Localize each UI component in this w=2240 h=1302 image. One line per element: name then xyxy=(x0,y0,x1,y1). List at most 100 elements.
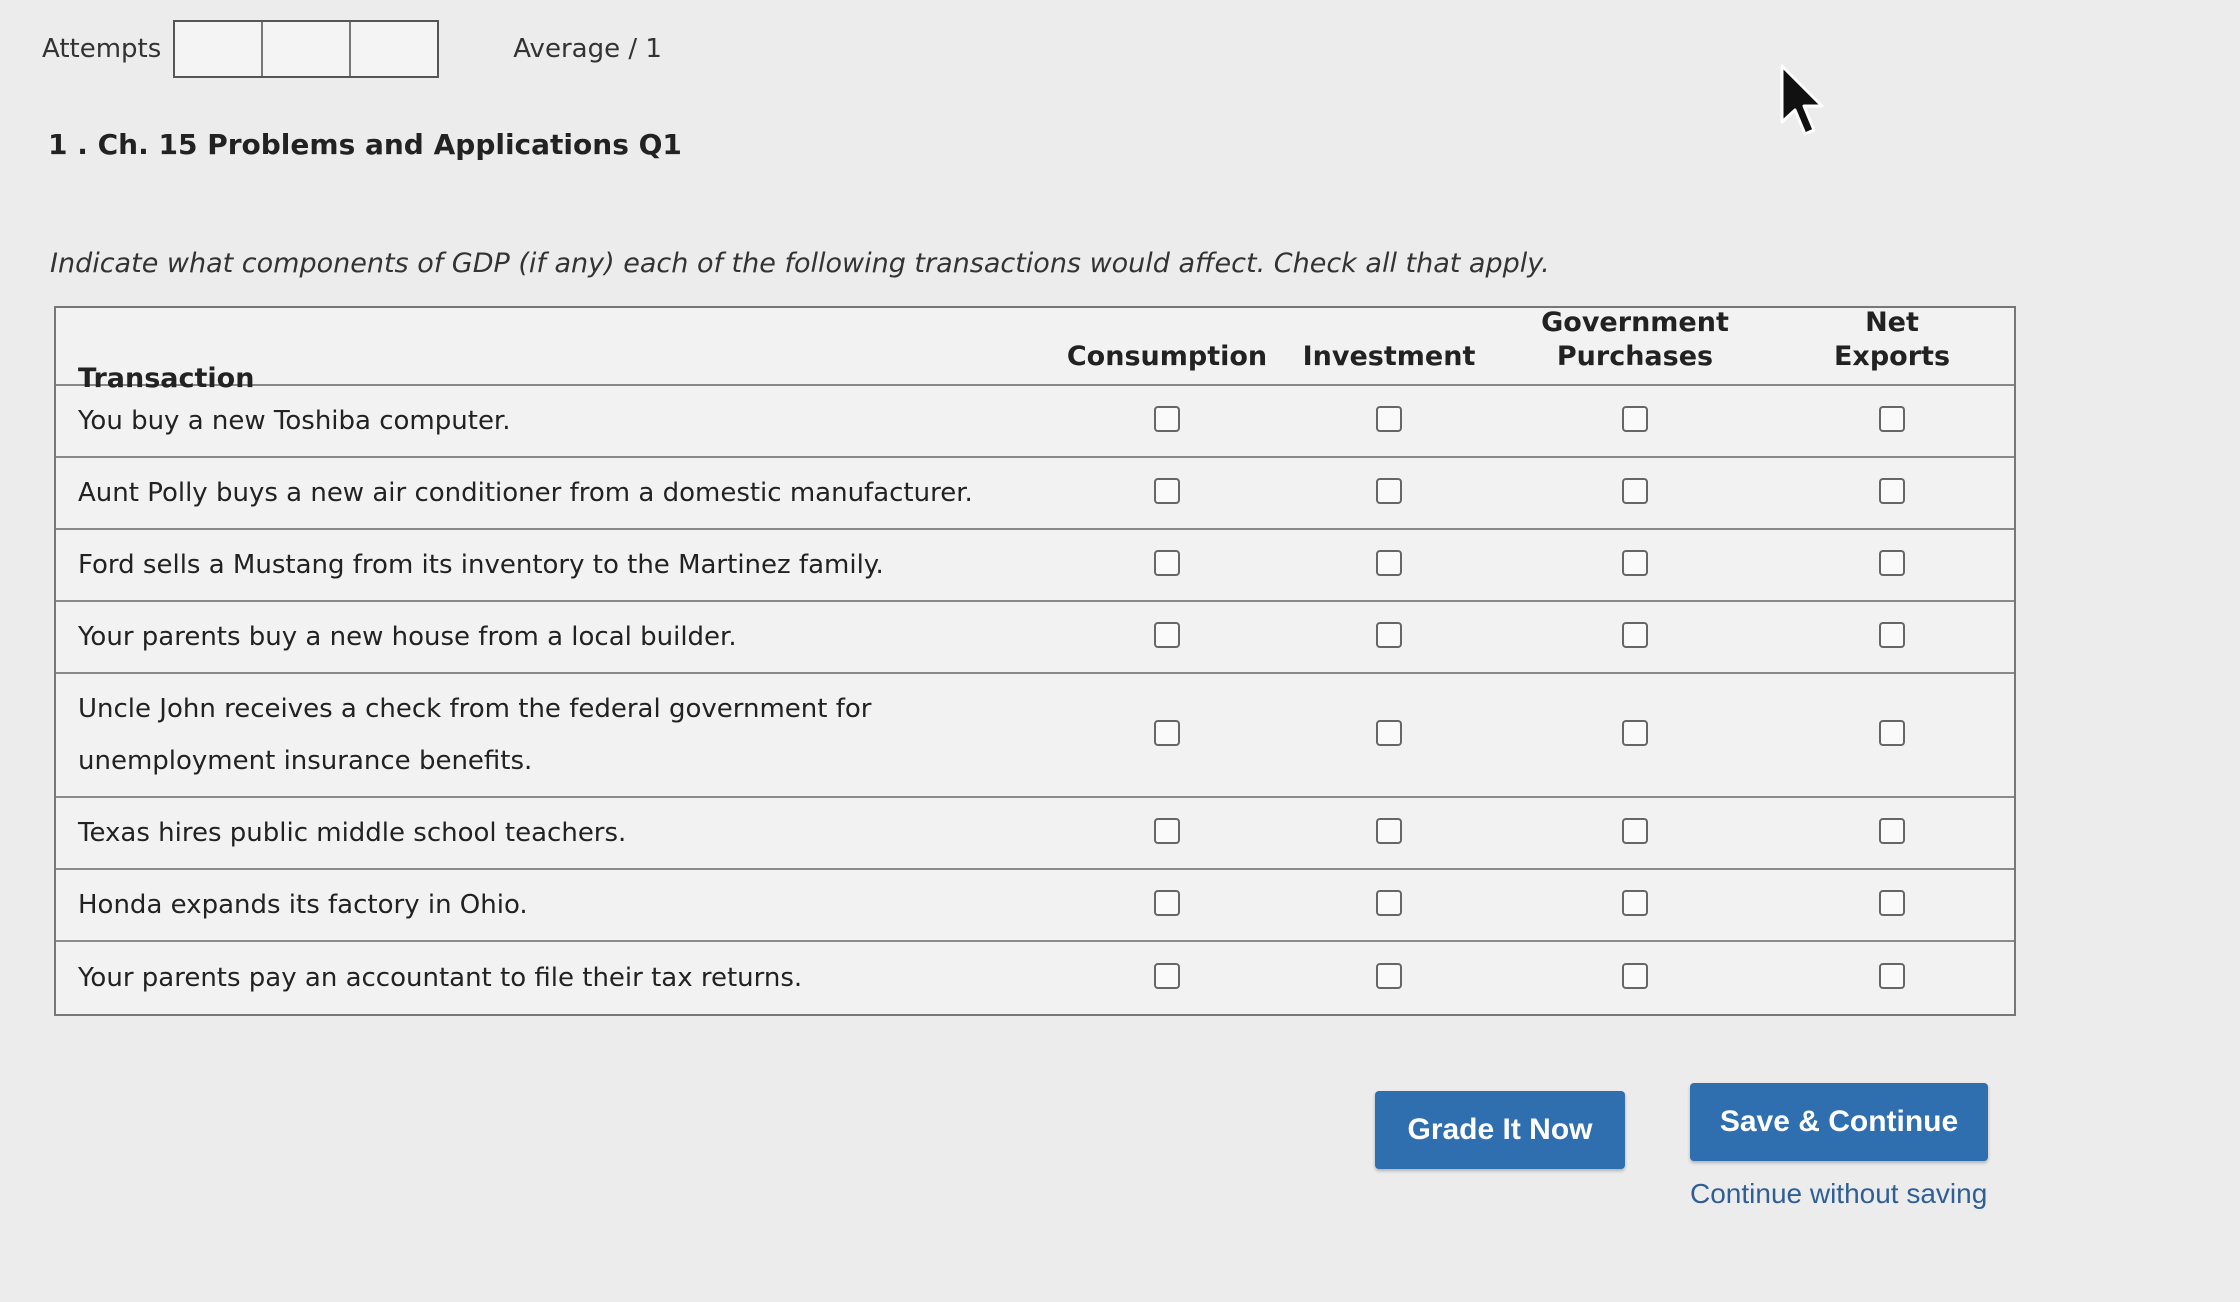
government-purchases-checkbox[interactable] xyxy=(1622,890,1648,916)
government-purchases-checkbox[interactable] xyxy=(1622,963,1648,989)
consumption-checkbox[interactable] xyxy=(1154,550,1180,576)
transaction-text: Your parents buy a new house from a loca… xyxy=(78,622,737,652)
government-purchases-checkbox[interactable] xyxy=(1622,478,1648,504)
investment-cell xyxy=(1278,890,1500,920)
table-row: You buy a new Toshiba computer. xyxy=(56,386,2014,458)
government-purchases-checkbox[interactable] xyxy=(1622,818,1648,844)
average-label: Average / 1 xyxy=(513,34,662,64)
transaction-text: Aunt Polly buys a new air conditioner fr… xyxy=(78,478,973,508)
government-purchases-cell xyxy=(1500,406,1770,436)
investment-cell xyxy=(1278,550,1500,580)
consumption-checkbox[interactable] xyxy=(1154,963,1180,989)
investment-checkbox[interactable] xyxy=(1376,550,1402,576)
net-exports-checkbox[interactable] xyxy=(1879,478,1905,504)
table-row: Your parents buy a new house from a loca… xyxy=(56,602,2014,674)
government-purchases-cell xyxy=(1500,478,1770,508)
transaction-cell: Ford sells a Mustang from its inventory … xyxy=(56,539,1056,591)
consumption-checkbox[interactable] xyxy=(1154,622,1180,648)
table-row: Honda expands its factory in Ohio. xyxy=(56,870,2014,942)
government-purchases-cell xyxy=(1500,720,1770,750)
net-exports-checkbox[interactable] xyxy=(1879,550,1905,576)
mouse-pointer-icon xyxy=(1780,64,1824,136)
table-row: Your parents pay an accountant to file t… xyxy=(56,942,2014,1014)
header-net-line1: Net xyxy=(1865,307,1919,338)
investment-checkbox[interactable] xyxy=(1376,890,1402,916)
header-government-line1: Government xyxy=(1541,307,1729,338)
transaction-text: Uncle John receives a check from the fed… xyxy=(78,694,872,724)
header-government-line2: Purchases xyxy=(1556,341,1714,372)
attempt-box xyxy=(175,22,264,76)
consumption-cell xyxy=(1056,622,1278,652)
header-consumption: Consumption xyxy=(1066,341,1268,372)
header-government-purchases: Government Purchases xyxy=(1500,306,1770,384)
table-header-row: Transaction Consumption Investment Gover… xyxy=(56,306,2014,394)
continue-without-saving-link[interactable]: Continue without saving xyxy=(1690,1178,1987,1210)
transaction-cell: You buy a new Toshiba computer. xyxy=(56,395,1056,447)
consumption-checkbox[interactable] xyxy=(1154,478,1180,504)
net-exports-cell xyxy=(1770,890,2014,920)
question-instructions: Indicate what components of GDP (if any)… xyxy=(50,248,1550,279)
transaction-cell: Your parents buy a new house from a loca… xyxy=(56,611,1056,663)
net-exports-cell xyxy=(1770,550,2014,580)
table-row: Uncle John receives a check from the fed… xyxy=(56,674,2014,798)
attempts-label: Attempts xyxy=(42,34,162,64)
consumption-cell xyxy=(1056,478,1278,508)
consumption-checkbox[interactable] xyxy=(1154,890,1180,916)
government-purchases-cell xyxy=(1500,818,1770,848)
gdp-components-table: Transaction Consumption Investment Gover… xyxy=(54,306,2016,1016)
attempt-boxes xyxy=(173,20,440,78)
net-exports-cell xyxy=(1770,720,2014,750)
investment-cell xyxy=(1278,622,1500,652)
net-exports-checkbox[interactable] xyxy=(1879,890,1905,916)
government-purchases-checkbox[interactable] xyxy=(1622,406,1648,432)
net-exports-checkbox[interactable] xyxy=(1879,963,1905,989)
government-purchases-checkbox[interactable] xyxy=(1622,622,1648,648)
net-exports-checkbox[interactable] xyxy=(1879,622,1905,648)
government-purchases-cell xyxy=(1500,622,1770,652)
government-purchases-checkbox[interactable] xyxy=(1622,720,1648,746)
transaction-cell: Texas hires public middle school teacher… xyxy=(56,807,1056,859)
consumption-cell xyxy=(1056,406,1278,436)
header-net-exports: Net Exports xyxy=(1770,306,2014,384)
table-body: You buy a new Toshiba computer. Aunt Poll… xyxy=(56,386,2014,1014)
net-exports-cell xyxy=(1770,622,2014,652)
investment-checkbox[interactable] xyxy=(1376,622,1402,648)
investment-checkbox[interactable] xyxy=(1376,963,1402,989)
net-exports-checkbox[interactable] xyxy=(1879,406,1905,432)
investment-checkbox[interactable] xyxy=(1376,720,1402,746)
consumption-cell xyxy=(1056,720,1278,750)
consumption-checkbox[interactable] xyxy=(1154,720,1180,746)
table-row: Ford sells a Mustang from its inventory … xyxy=(56,530,2014,602)
save-and-continue-button[interactable]: Save & Continue xyxy=(1690,1083,1988,1161)
transaction-text: You buy a new Toshiba computer. xyxy=(78,406,511,436)
investment-checkbox[interactable] xyxy=(1376,478,1402,504)
government-purchases-cell xyxy=(1500,963,1770,993)
investment-cell xyxy=(1278,406,1500,436)
net-exports-cell xyxy=(1770,963,2014,993)
transaction-cell: Aunt Polly buys a new air conditioner fr… xyxy=(56,467,1056,519)
header-transaction: Transaction xyxy=(78,363,255,394)
consumption-cell xyxy=(1056,550,1278,580)
government-purchases-checkbox[interactable] xyxy=(1622,550,1648,576)
government-purchases-cell xyxy=(1500,550,1770,580)
consumption-checkbox[interactable] xyxy=(1154,406,1180,432)
net-exports-checkbox[interactable] xyxy=(1879,720,1905,746)
consumption-cell xyxy=(1056,890,1278,920)
transaction-text: Texas hires public middle school teacher… xyxy=(78,818,627,848)
net-exports-cell xyxy=(1770,818,2014,848)
net-exports-checkbox[interactable] xyxy=(1879,818,1905,844)
header-investment: Investment xyxy=(1302,341,1476,372)
consumption-checkbox[interactable] xyxy=(1154,818,1180,844)
investment-cell xyxy=(1278,818,1500,848)
attempt-box xyxy=(351,22,438,76)
transaction-text: Your parents pay an accountant to file t… xyxy=(78,963,803,993)
net-exports-cell xyxy=(1770,406,2014,436)
grade-it-now-button[interactable]: Grade It Now xyxy=(1375,1091,1625,1169)
attempts-row: Attempts Average / 1 xyxy=(42,20,662,78)
transaction-text-line2: unemployment insurance benefits. xyxy=(78,746,533,776)
government-purchases-cell xyxy=(1500,890,1770,920)
transaction-text: Honda expands its factory in Ohio. xyxy=(78,890,528,920)
table-row: Texas hires public middle school teacher… xyxy=(56,798,2014,870)
investment-checkbox[interactable] xyxy=(1376,818,1402,844)
investment-checkbox[interactable] xyxy=(1376,406,1402,432)
